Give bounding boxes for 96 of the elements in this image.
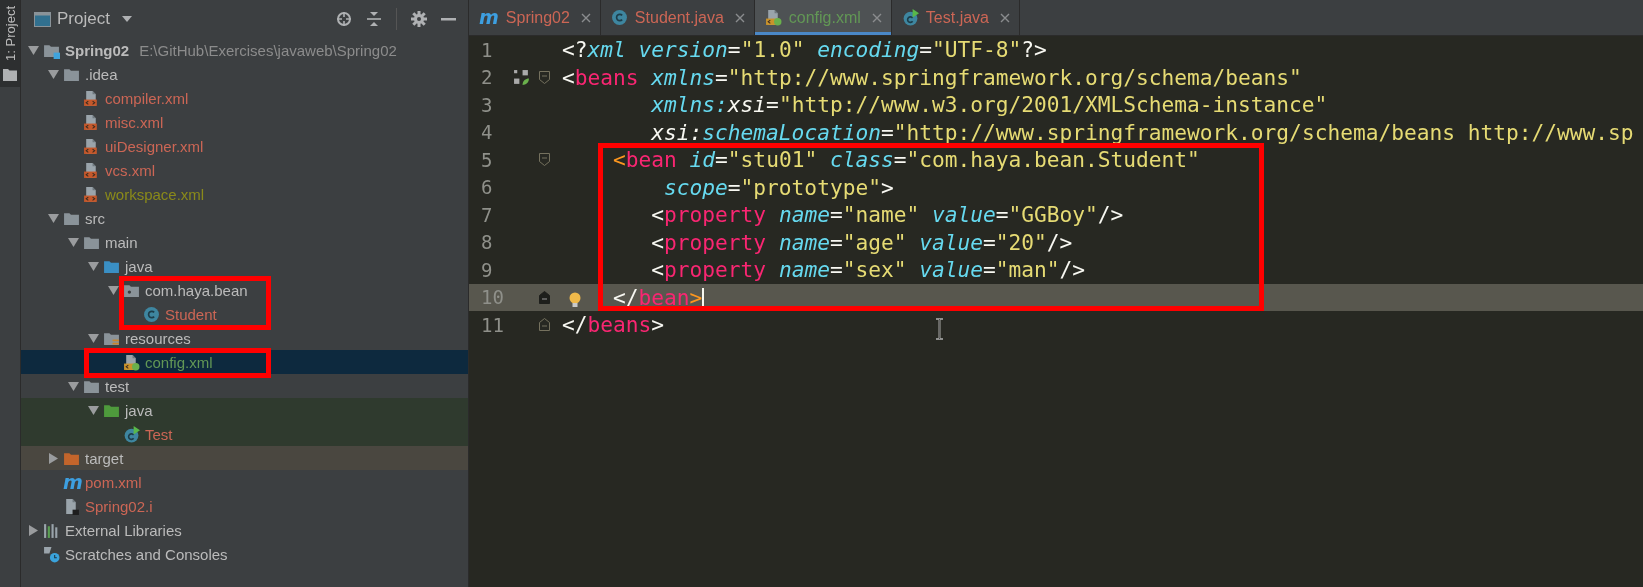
lightbulb-icon[interactable] bbox=[568, 291, 582, 309]
code-line: <bean id="stu01" class="com.haya.bean.Student" bbox=[612, 147, 1200, 173]
line-number: 10 bbox=[480, 286, 505, 309]
tree-item[interactable]: Test bbox=[21, 422, 468, 446]
fold-marker-icon[interactable] bbox=[538, 70, 550, 84]
line-number: 2 bbox=[480, 66, 494, 89]
folder-icon bbox=[3, 68, 17, 81]
line-number: 4 bbox=[480, 121, 494, 144]
code-line: </bean> bbox=[612, 284, 705, 310]
tree-item[interactable]: test bbox=[21, 374, 468, 398]
close-icon[interactable] bbox=[1000, 12, 1010, 23]
test-class-icon bbox=[901, 9, 919, 26]
tree-item[interactable]: misc.xml bbox=[21, 110, 468, 134]
code-line: <property name="sex" value="man"/> bbox=[650, 257, 1086, 283]
expanded-arrow-icon[interactable] bbox=[87, 332, 99, 344]
xml-file-icon bbox=[83, 185, 100, 203]
close-icon[interactable] bbox=[734, 12, 745, 23]
line-number: 11 bbox=[480, 313, 505, 336]
collapsed-arrow-icon[interactable] bbox=[27, 524, 39, 536]
code-line: <property name="name" value="GGBoy"/> bbox=[650, 202, 1124, 228]
line-number: 8 bbox=[480, 231, 494, 254]
xml-file-icon bbox=[83, 161, 100, 179]
expanded-arrow-icon[interactable] bbox=[107, 284, 119, 296]
tree-item[interactable]: target bbox=[21, 446, 468, 470]
line-number: 5 bbox=[480, 148, 494, 171]
code-line: </beans> bbox=[562, 312, 665, 338]
tree-item[interactable]: java bbox=[21, 254, 468, 278]
xml-file-icon bbox=[83, 137, 100, 155]
tree-item[interactable]: uiDesigner.xml bbox=[21, 134, 468, 158]
file-tab[interactable]: Student.java bbox=[600, 0, 755, 35]
line-number: 1 bbox=[480, 38, 494, 61]
tree-item[interactable]: m pom.xml bbox=[21, 470, 468, 494]
panel-window-icon bbox=[34, 11, 51, 27]
libraries-icon bbox=[43, 521, 60, 539]
file-icon bbox=[63, 497, 80, 515]
tree-item[interactable]: java bbox=[21, 398, 468, 422]
expanded-arrow-icon[interactable] bbox=[27, 44, 39, 56]
fold-marker-icon[interactable] bbox=[538, 290, 550, 304]
tree-item[interactable]: compiler.xml bbox=[21, 86, 468, 110]
xml-file-icon bbox=[83, 113, 100, 131]
panel-title: Project bbox=[57, 9, 110, 29]
scratches-icon bbox=[43, 545, 60, 563]
tree-item[interactable]: .idea bbox=[21, 62, 468, 86]
collapsed-arrow-icon[interactable] bbox=[47, 452, 59, 464]
maven-icon: m bbox=[479, 9, 499, 26]
code-line: <property name="age" value="20"/> bbox=[650, 229, 1073, 255]
xml-file-icon bbox=[764, 9, 782, 26]
tree-item[interactable]: src bbox=[21, 206, 468, 230]
fold-marker-icon[interactable] bbox=[538, 318, 550, 332]
tree-item[interactable]: resources bbox=[21, 326, 468, 350]
dropdown-caret-icon[interactable] bbox=[121, 16, 132, 22]
tree-item[interactable]: main bbox=[21, 230, 468, 254]
line-number: 9 bbox=[480, 258, 494, 281]
tree-item[interactable]: Student bbox=[21, 302, 468, 326]
code-line: xmlns:xsi="http://www.w3.org/2001/XMLSchema-instance" bbox=[650, 92, 1328, 118]
code-line: <beans xmlns="http://www.springframework.org/schema/beans" bbox=[562, 64, 1302, 90]
project-path: E:\GitHub\Exercises\javaweb\Spring02 bbox=[139, 41, 397, 59]
collapse-all-icon[interactable] bbox=[366, 11, 382, 27]
expanded-arrow-icon[interactable] bbox=[47, 68, 59, 80]
file-tab[interactable]: Test.java bbox=[891, 0, 1020, 35]
crosshair-icon[interactable] bbox=[336, 11, 352, 27]
text-cursor-icon bbox=[935, 318, 944, 340]
file-tab[interactable]: config.xml bbox=[754, 0, 892, 35]
tree-item[interactable]: workspace.xml bbox=[21, 182, 468, 206]
settings-icon[interactable] bbox=[411, 11, 427, 27]
class-icon bbox=[143, 305, 160, 323]
tree-item[interactable]: External Libraries bbox=[21, 518, 468, 542]
fold-marker-icon[interactable] bbox=[538, 153, 550, 167]
code-line: xsi:schemaLocation="http://www.springframework.org/schema/beans http://www.sp bbox=[650, 119, 1634, 145]
tree-item[interactable]: Scratches and Consoles bbox=[21, 542, 468, 566]
spring-beans-icon[interactable] bbox=[512, 68, 530, 86]
tree-item[interactable]: config.xml bbox=[21, 350, 468, 374]
expanded-arrow-icon[interactable] bbox=[87, 404, 99, 416]
minimize-icon[interactable] bbox=[441, 17, 456, 21]
line-number: 6 bbox=[480, 176, 494, 199]
expanded-arrow-icon[interactable] bbox=[67, 380, 79, 392]
line-number: 7 bbox=[480, 203, 494, 226]
expanded-arrow-icon[interactable] bbox=[67, 236, 79, 248]
xml-file-icon bbox=[123, 353, 140, 371]
close-icon[interactable] bbox=[871, 12, 882, 23]
code-line: <?xml version="1.0" encoding="UTF-8"?> bbox=[562, 37, 1047, 63]
tree-item[interactable]: com.haya.bean bbox=[21, 278, 468, 302]
tree-item[interactable]: vcs.xml bbox=[21, 158, 468, 182]
test-class-icon bbox=[123, 425, 140, 443]
code-line: scope="prototype"> bbox=[663, 174, 894, 200]
expanded-arrow-icon[interactable] bbox=[47, 212, 59, 224]
tree-item[interactable]: Spring02.i bbox=[21, 494, 468, 518]
project-tool-tab[interactable]: 1: Project bbox=[0, 0, 20, 87]
close-icon[interactable] bbox=[580, 12, 591, 23]
xml-file-icon bbox=[83, 89, 100, 107]
line-number: 3 bbox=[480, 93, 494, 116]
file-tab[interactable]: m Spring02 bbox=[469, 0, 601, 35]
tree-item[interactable]: Spring02 E:\GitHub\Exercises\javaweb\Spring02 bbox=[21, 38, 468, 62]
class-icon bbox=[610, 9, 628, 26]
maven-icon: m bbox=[63, 473, 80, 491]
expanded-arrow-icon[interactable] bbox=[87, 260, 99, 272]
